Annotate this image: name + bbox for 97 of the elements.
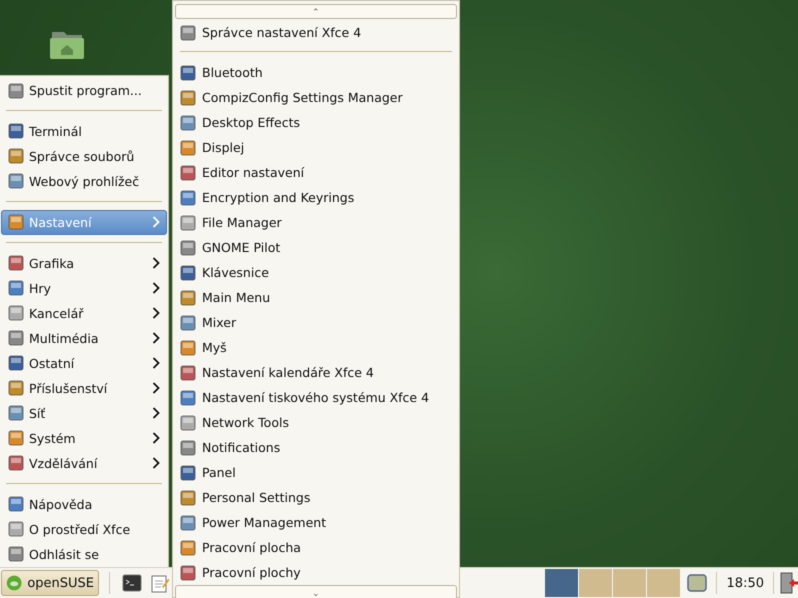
menu-item[interactable]: Kancelář <box>1 300 167 326</box>
app-icon <box>8 255 24 272</box>
menu-item[interactable]: O prostředí Xfce <box>1 516 167 542</box>
chevron-icon <box>152 216 160 228</box>
menu-item[interactable]: Nápověda <box>1 492 167 517</box>
app-icon <box>8 521 24 538</box>
menu-item[interactable]: Vzdělávání <box>1 450 167 476</box>
menu-item[interactable]: Desktop Effects <box>175 110 457 135</box>
app-icon <box>180 114 196 130</box>
menu-item[interactable]: Spustit program... <box>1 78 167 104</box>
menu-item[interactable]: Odhlásit se <box>1 542 167 567</box>
app-icon <box>180 440 196 456</box>
app-icon <box>180 390 196 406</box>
app-icon <box>8 455 24 472</box>
menu-item[interactable]: Multimédia <box>1 326 167 351</box>
menu-item[interactable]: Pracovní plochy <box>175 560 457 585</box>
chevron-icon <box>152 332 160 344</box>
app-icon <box>8 123 24 140</box>
app-icon <box>180 540 196 556</box>
app-icon <box>8 380 24 396</box>
scroll-up-button[interactable]: ⌃ <box>175 4 457 19</box>
menu-item[interactable]: Personal Settings <box>175 485 457 510</box>
notepad-icon <box>150 573 170 593</box>
app-icon <box>180 240 196 256</box>
app-icon <box>8 148 24 164</box>
app-icon <box>8 82 24 98</box>
app-icon <box>180 564 196 580</box>
logout-icon[interactable] <box>780 572 798 594</box>
app-icon <box>8 305 24 322</box>
menu-item[interactable]: Encryption and Keyrings <box>175 185 457 210</box>
app-icon <box>180 464 196 480</box>
menu-item[interactable]: Správce nastavení Xfce 4 <box>175 20 457 45</box>
app-icon <box>8 405 24 422</box>
show-desktop-icon[interactable] <box>686 573 708 593</box>
app-icon <box>8 330 24 346</box>
menu-item[interactable]: Editor nastavení <box>175 160 457 185</box>
app-icon <box>8 546 24 562</box>
menu-item[interactable]: Příslušenství <box>1 376 167 401</box>
chevron-icon <box>152 357 160 370</box>
app-icon <box>180 90 196 106</box>
menu-item[interactable]: Ostatní <box>1 350 167 376</box>
menu-item[interactable]: Mixer <box>175 310 457 335</box>
menu-item[interactable]: Klávesnice <box>175 260 457 285</box>
menu-item[interactable]: Terminál <box>1 118 167 144</box>
app-icon <box>180 414 196 430</box>
menu-item[interactable]: Nastavení kalendáře Xfce 4 <box>175 360 457 385</box>
gecko-logo-icon <box>6 573 22 593</box>
terminal-icon <box>122 573 142 593</box>
chevron-icon <box>152 432 160 444</box>
app-icon <box>180 490 196 506</box>
app-icon <box>180 164 196 180</box>
app-icon <box>180 24 196 40</box>
app-icon <box>8 173 24 190</box>
menu-item[interactable]: Nastavení tiskového systému Xfce 4 <box>175 385 457 410</box>
menu-item[interactable]: GNOME Pilot <box>175 235 457 260</box>
app-icon <box>8 214 24 230</box>
app-icon <box>180 214 196 230</box>
app-icon <box>8 430 24 446</box>
menu-item[interactable]: Network Tools <box>175 410 457 435</box>
app-icon <box>180 64 196 80</box>
app-icon <box>180 264 196 280</box>
menu-item[interactable]: Systém <box>1 426 167 451</box>
chevron-icon <box>152 382 160 394</box>
menu-item[interactable]: Notifications <box>175 435 457 460</box>
app-icon <box>180 190 196 206</box>
clock: 18:50 <box>726 576 764 590</box>
app-icon <box>180 314 196 330</box>
menu-item[interactable]: Síť <box>1 400 167 426</box>
menu-item[interactable]: Grafika <box>1 250 167 276</box>
menu-item[interactable]: Hry <box>1 276 167 301</box>
app-icon <box>180 340 196 356</box>
app-icon <box>8 280 24 296</box>
chevron-icon <box>152 282 160 294</box>
app-icon <box>180 290 196 306</box>
chevron-icon <box>152 257 160 270</box>
chevron-icon <box>152 407 160 420</box>
menu-item[interactable]: Power Management <box>175 510 457 535</box>
menu-item[interactable]: Panel <box>175 460 457 485</box>
app-icon <box>180 364 196 380</box>
menu-item[interactable]: Pracovní plocha <box>175 535 457 560</box>
menu-item[interactable]: File Manager <box>175 210 457 235</box>
app-icon <box>8 355 24 372</box>
menu-item[interactable]: Main Menu <box>175 285 457 310</box>
chevron-icon <box>152 457 160 470</box>
menu-item[interactable]: CompizConfig Settings Manager <box>175 85 457 110</box>
menu-item[interactable]: Bluetooth <box>175 60 457 85</box>
app-icon <box>180 514 196 530</box>
start-menu-button[interactable]: openSUSE <box>1 570 99 596</box>
app-icon <box>8 496 24 512</box>
menu-item[interactable]: Správce souborů <box>1 144 167 169</box>
menu-item[interactable]: Webový prohlížeč <box>1 168 167 194</box>
app-icon <box>180 140 196 156</box>
home-folder-icon[interactable] <box>49 30 85 60</box>
menu-item[interactable]: Myš <box>175 335 457 360</box>
scroll-down-button[interactable]: ⌄ <box>175 585 457 598</box>
chevron-icon <box>152 307 160 320</box>
menu-item[interactable]: Displej <box>175 135 457 160</box>
